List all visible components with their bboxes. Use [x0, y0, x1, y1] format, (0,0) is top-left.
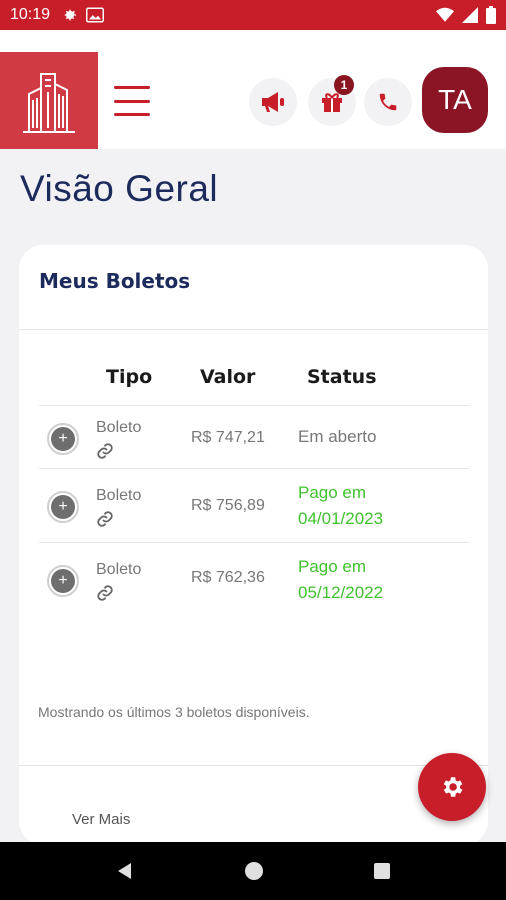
row-valor: R$ 747,21: [191, 429, 265, 446]
settings-fab[interactable]: [418, 753, 486, 821]
notification-badge: 1: [334, 75, 354, 95]
status-time: 10:19: [10, 6, 51, 23]
app-header: 1 TA: [0, 52, 506, 149]
row-status: Em aberto: [298, 424, 376, 450]
row-status: Pago em 04/01/2023: [298, 480, 383, 532]
column-header-status: Status: [307, 366, 377, 388]
status-gap: [0, 30, 506, 52]
wifi-icon: [436, 7, 454, 22]
signal-icon: [462, 7, 478, 23]
column-header-valor: Valor: [200, 366, 256, 388]
megaphone-icon: [262, 92, 284, 112]
boletos-card: Meus Boletos Tipo Valor Status + Boleto …: [19, 245, 488, 845]
phone-icon: [379, 93, 397, 111]
row-status: Pago em 05/12/2022: [298, 554, 383, 606]
row-status-line2: 05/12/2022: [298, 583, 384, 602]
system-nav-bar: [0, 842, 506, 900]
battery-icon: [486, 6, 496, 24]
column-header-tipo: Tipo: [106, 366, 153, 388]
footnote: Mostrando os últimos 3 boletos disponíve…: [38, 704, 310, 720]
building-logo[interactable]: [0, 52, 98, 149]
row-valor: R$ 756,89: [191, 497, 265, 514]
row-valor: R$ 762,36: [191, 569, 265, 586]
expand-row-button[interactable]: +: [47, 565, 79, 597]
card-title: Meus Boletos: [39, 269, 191, 293]
link-icon[interactable]: [96, 584, 114, 602]
row-tipo: Boleto: [96, 419, 142, 436]
divider: [19, 329, 488, 330]
back-icon[interactable]: [115, 861, 135, 881]
row-divider: [39, 542, 469, 543]
page-title: Visão Geral: [20, 168, 219, 209]
avatar[interactable]: TA: [422, 67, 488, 133]
row-status-line1: Pago em: [298, 557, 367, 576]
status-bar: 10:19: [0, 0, 506, 30]
link-icon[interactable]: [96, 510, 114, 528]
row-status-line1: Pago em: [298, 483, 367, 502]
row-status-line1: Em aberto: [298, 427, 377, 446]
expand-row-button[interactable]: +: [47, 491, 79, 523]
gear-icon: [443, 777, 463, 797]
announcements-button[interactable]: [249, 78, 297, 126]
row-status-line2: 04/01/2023: [298, 509, 384, 528]
recents-icon[interactable]: [373, 862, 391, 880]
row-divider: [39, 468, 469, 469]
divider: [19, 765, 488, 766]
link-icon[interactable]: [96, 442, 114, 460]
ver-mais-link[interactable]: Ver Mais: [72, 811, 130, 828]
settings-icon: [64, 9, 77, 21]
expand-row-button[interactable]: +: [47, 423, 79, 455]
gifts-button[interactable]: 1: [308, 75, 356, 126]
row-tipo: Boleto: [96, 487, 142, 504]
row-divider: [39, 405, 469, 406]
image-icon: [86, 7, 105, 23]
row-tipo: Boleto: [96, 561, 142, 578]
phone-button[interactable]: [364, 78, 412, 126]
home-icon[interactable]: [244, 861, 264, 881]
hamburger-icon[interactable]: [114, 86, 150, 116]
